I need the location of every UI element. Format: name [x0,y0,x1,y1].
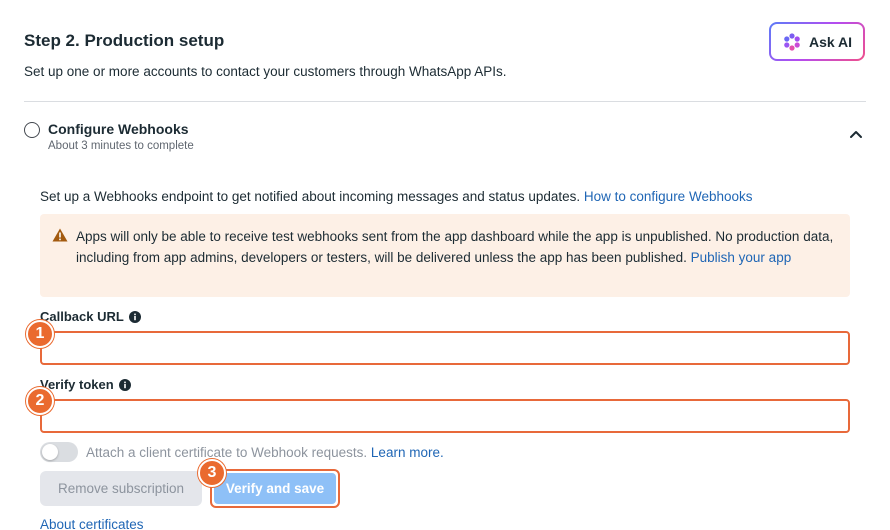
annotation-badge-1: 1 [26,320,54,348]
warning-text-block: Apps will only be able to receive test w… [76,227,846,268]
verify-token-label: Verify token [40,377,131,392]
page-title: Step 2. Production setup [24,31,225,50]
annotation-badge-3: 3 [198,459,226,487]
step-title: Configure Webhooks [48,121,189,137]
warning-banner: Apps will only be able to receive test w… [40,214,850,297]
toggle-knob [42,444,58,460]
verify-token-input[interactable] [40,399,850,433]
annotation-badge-2: 2 [26,387,54,415]
webhooks-intro: Set up a Webhooks endpoint to get notifi… [40,189,752,204]
warning-icon [52,228,68,242]
about-certificates-link[interactable]: About certificates [40,517,144,530]
sparkle-flower-icon [784,32,800,51]
page-subtitle: Set up one or more accounts to contact y… [24,64,507,79]
callback-url-label: Callback URL [40,309,141,324]
intro-text: Set up a Webhooks endpoint to get notifi… [40,189,581,204]
step-duration: About 3 minutes to complete [48,140,194,152]
chevron-up-icon[interactable] [848,128,864,140]
callback-url-label-text: Callback URL [40,309,124,324]
publish-app-link[interactable]: Publish your app [691,250,792,265]
section-divider [24,101,866,102]
info-icon[interactable] [128,310,141,323]
callback-url-input[interactable] [40,331,850,365]
info-icon[interactable] [118,378,131,391]
remove-subscription-button[interactable]: Remove subscription [40,471,202,506]
step-status-radio[interactable] [24,122,40,138]
how-to-configure-link[interactable]: How to configure Webhooks [584,189,753,204]
verify-save-highlight: Verify and save [210,469,340,508]
ask-ai-button[interactable]: Ask AI [769,22,865,61]
client-certificate-toggle[interactable] [40,442,78,462]
client-certificate-text: Attach a client certificate to Webhook r… [86,445,368,460]
learn-more-link[interactable]: Learn more. [371,445,444,460]
ask-ai-label: Ask AI [808,33,853,50]
client-certificate-label: Attach a client certificate to Webhook r… [86,445,444,460]
verify-token-label-text: Verify token [40,377,114,392]
verify-and-save-button[interactable]: Verify and save [214,473,336,504]
